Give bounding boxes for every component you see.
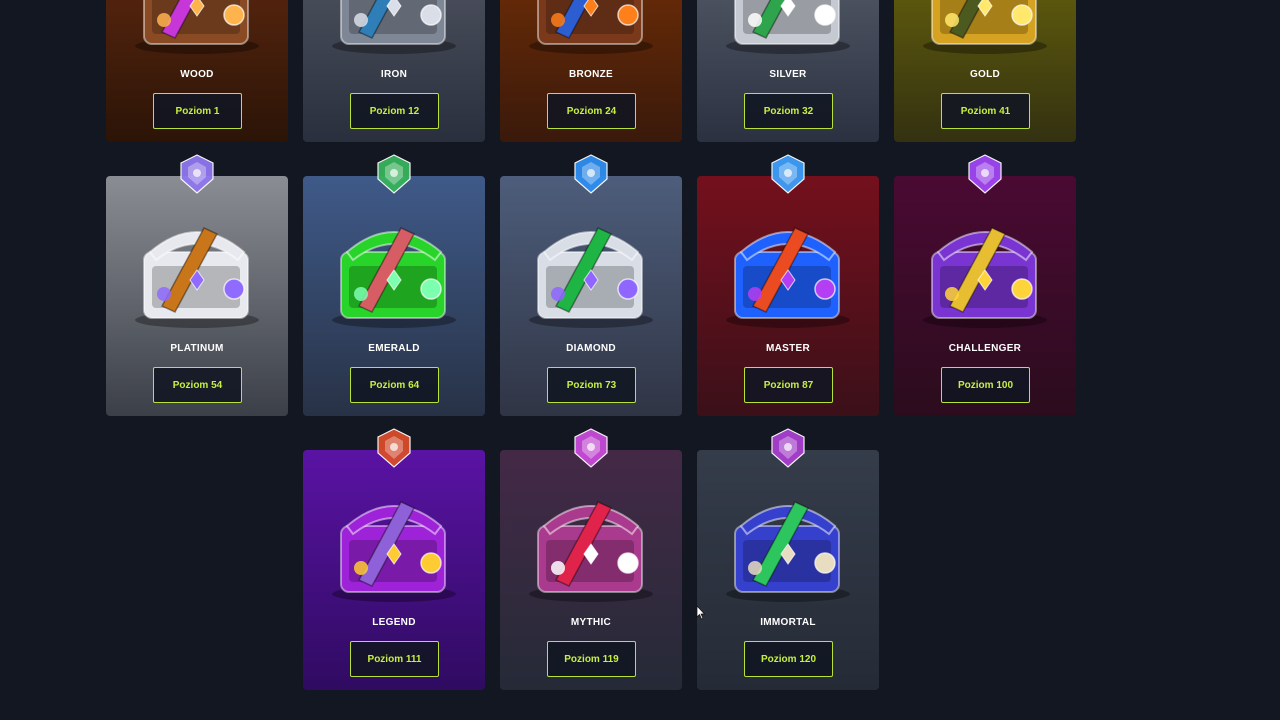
rank-badge-icon — [968, 154, 1002, 194]
case-card-mythic[interactable]: MYTHIC Poziom 119 — [500, 428, 682, 690]
case-name: GOLD — [969, 69, 1001, 80]
rank-badge-icon — [771, 428, 805, 468]
rank-badge-icon — [574, 154, 608, 194]
level-button[interactable]: Poziom 120 — [744, 641, 833, 677]
immortal-case-image — [726, 501, 850, 602]
case-name: WOOD — [180, 69, 214, 80]
level-button[interactable]: Poziom 119 — [547, 641, 636, 677]
rank-badge-icon — [377, 154, 411, 194]
master-case-image — [726, 227, 850, 328]
case-card-gold[interactable]: GOLD Poziom 41 — [894, 0, 1076, 142]
case-card-legend[interactable]: LEGEND Poziom 111 — [303, 428, 485, 690]
level-button[interactable]: Poziom 100 — [941, 367, 1030, 403]
case-name: IRON — [380, 69, 408, 80]
case-card-iron[interactable]: IRON Poziom 12 — [303, 0, 485, 142]
rank-badge-icon — [771, 154, 805, 194]
case-card-emerald[interactable]: EMERALD Poziom 64 — [303, 154, 485, 416]
gold-case-image — [923, 0, 1047, 54]
legend-case-image — [332, 501, 456, 602]
level-button[interactable]: Poziom 41 — [941, 93, 1030, 129]
case-card-diamond[interactable]: DIAMOND Poziom 73 — [500, 154, 682, 416]
case-card-platinum[interactable]: PLATINUM Poziom 54 — [106, 154, 288, 416]
mythic-case-image — [529, 501, 653, 602]
case-name: DIAMOND — [566, 343, 616, 354]
silver-case-image — [726, 0, 850, 54]
level-button[interactable]: Poziom 12 — [350, 93, 439, 129]
rank-badge-icon — [574, 428, 608, 468]
case-name: BRONZE — [568, 69, 614, 80]
rank-badge-icon — [180, 154, 214, 194]
case-name: MASTER — [765, 343, 811, 354]
level-button[interactable]: Poziom 54 — [153, 367, 242, 403]
case-card-challenger[interactable]: CHALLENGER Poziom 100 — [894, 154, 1076, 416]
diamond-case-image — [529, 227, 653, 328]
level-button[interactable]: Poziom 1 — [153, 93, 242, 129]
platinum-case-image — [135, 227, 259, 328]
case-name: SILVER — [769, 69, 807, 80]
case-card-bronze[interactable]: BRONZE Poziom 24 — [500, 0, 682, 142]
level-button[interactable]: Poziom 32 — [744, 93, 833, 129]
level-button[interactable]: Poziom 73 — [547, 367, 636, 403]
level-button[interactable]: Poziom 87 — [744, 367, 833, 403]
case-name: EMERALD — [368, 343, 420, 354]
case-level-grid: WOOD Poziom 1 IRON Poziom 12 BRONZE Pozi… — [0, 0, 1280, 720]
case-name: PLATINUM — [170, 343, 224, 354]
case-card-immortal[interactable]: IMMORTAL Poziom 120 — [697, 428, 879, 690]
challenger-case-image — [923, 227, 1047, 328]
mouse-cursor-icon — [697, 606, 705, 620]
case-name: IMMORTAL — [760, 617, 816, 628]
case-card-master[interactable]: MASTER Poziom 87 — [697, 154, 879, 416]
bronze-case-image — [529, 0, 653, 54]
case-card-silver[interactable]: SILVER Poziom 32 — [697, 0, 879, 142]
case-card-wood[interactable]: WOOD Poziom 1 — [106, 0, 288, 142]
level-button[interactable]: Poziom 24 — [547, 93, 636, 129]
emerald-case-image — [332, 227, 456, 328]
case-name: MYTHIC — [570, 617, 612, 628]
case-name: CHALLENGER — [948, 343, 1022, 354]
case-name: LEGEND — [372, 617, 416, 628]
level-button[interactable]: Poziom 111 — [350, 641, 439, 677]
iron-case-image — [332, 0, 456, 54]
rank-badge-icon — [377, 428, 411, 468]
level-button[interactable]: Poziom 64 — [350, 367, 439, 403]
wood-case-image — [135, 0, 259, 54]
